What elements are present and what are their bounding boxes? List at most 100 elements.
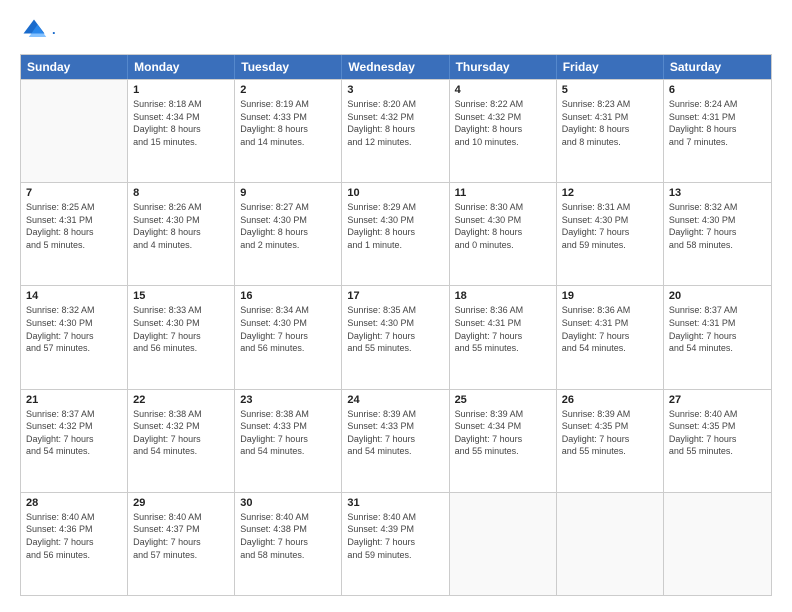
day-number: 11 — [455, 187, 551, 199]
calendar-cell: 10 Sunrise: 8:29 AM Sunset: 4:30 PM Dayli… — [342, 183, 449, 285]
day-number: 14 — [26, 290, 122, 302]
calendar-cell: 2 Sunrise: 8:19 AM Sunset: 4:33 PM Daylig… — [235, 80, 342, 182]
weekday-header-sunday: Sunday — [21, 55, 128, 79]
calendar-cell: 16 Sunrise: 8:34 AM Sunset: 4:30 PM Dayli… — [235, 286, 342, 388]
day-number: 24 — [347, 394, 443, 406]
day-info: Sunrise: 8:23 AM Sunset: 4:31 PM Dayligh… — [562, 98, 658, 148]
calendar-cell: 1Sunrise: 8:18 AM Sunset: 4:34 PM Daylig… — [128, 80, 235, 182]
day-number: 31 — [347, 497, 443, 509]
day-number: 19 — [562, 290, 658, 302]
calendar-cell — [21, 80, 128, 182]
day-info: Sunrise: 8:31 AM Sunset: 4:30 PM Dayligh… — [562, 201, 658, 251]
calendar-row-3: 21Sunrise: 8:37 AM Sunset: 4:32 PM Dayli… — [21, 389, 771, 492]
day-info: Sunrise: 8:32 AM Sunset: 4:30 PM Dayligh… — [26, 304, 122, 354]
weekday-header-friday: Friday — [557, 55, 664, 79]
calendar-cell: 29 Sunrise: 8:40 AM Sunset: 4:37 PM Dayli… — [128, 493, 235, 595]
weekday-header-wednesday: Wednesday — [342, 55, 449, 79]
calendar-row-2: 14 Sunrise: 8:32 AM Sunset: 4:30 PM Dayli… — [21, 285, 771, 388]
day-number: 23 — [240, 394, 336, 406]
logo-text: . — [52, 22, 56, 38]
day-info: Sunrise: 8:33 AM Sunset: 4:30 PM Dayligh… — [133, 304, 229, 354]
calendar-cell: 17 Sunrise: 8:35 AM Sunset: 4:30 PM Dayli… — [342, 286, 449, 388]
day-info: Sunrise: 8:39 AM Sunset: 4:33 PM Dayligh… — [347, 408, 443, 458]
day-info: Sunrise: 8:40 AM Sunset: 4:38 PM Dayligh… — [240, 511, 336, 561]
calendar-cell: 20Sunrise: 8:37 AM Sunset: 4:31 PM Dayli… — [664, 286, 771, 388]
calendar-cell: 25 Sunrise: 8:39 AM Sunset: 4:34 PM Dayli… — [450, 390, 557, 492]
weekday-header-monday: Monday — [128, 55, 235, 79]
calendar-cell — [664, 493, 771, 595]
weekday-header-thursday: Thursday — [450, 55, 557, 79]
calendar-cell: 24 Sunrise: 8:39 AM Sunset: 4:33 PM Dayli… — [342, 390, 449, 492]
calendar-cell: 21Sunrise: 8:37 AM Sunset: 4:32 PM Dayli… — [21, 390, 128, 492]
day-info: Sunrise: 8:40 AM Sunset: 4:37 PM Dayligh… — [133, 511, 229, 561]
day-number: 5 — [562, 84, 658, 96]
calendar-cell — [557, 493, 664, 595]
day-number: 16 — [240, 290, 336, 302]
day-info: Sunrise: 8:39 AM Sunset: 4:35 PM Dayligh… — [562, 408, 658, 458]
day-info: Sunrise: 8:39 AM Sunset: 4:34 PM Dayligh… — [455, 408, 551, 458]
day-info: Sunrise: 8:40 AM Sunset: 4:35 PM Dayligh… — [669, 408, 766, 458]
day-number: 1 — [133, 84, 229, 96]
day-info: Sunrise: 8:40 AM Sunset: 4:36 PM Dayligh… — [26, 511, 122, 561]
day-info: Sunrise: 8:26 AM Sunset: 4:30 PM Dayligh… — [133, 201, 229, 251]
calendar-row-4: 28 Sunrise: 8:40 AM Sunset: 4:36 PM Dayli… — [21, 492, 771, 595]
day-info: Sunrise: 8:29 AM Sunset: 4:30 PM Dayligh… — [347, 201, 443, 251]
day-info: Sunrise: 8:36 AM Sunset: 4:31 PM Dayligh… — [455, 304, 551, 354]
day-info: Sunrise: 8:22 AM Sunset: 4:32 PM Dayligh… — [455, 98, 551, 148]
day-info: Sunrise: 8:32 AM Sunset: 4:30 PM Dayligh… — [669, 201, 766, 251]
weekday-header-tuesday: Tuesday — [235, 55, 342, 79]
calendar-row-1: 7 Sunrise: 8:25 AM Sunset: 4:31 PM Daylig… — [21, 182, 771, 285]
day-number: 4 — [455, 84, 551, 96]
day-number: 18 — [455, 290, 551, 302]
day-number: 2 — [240, 84, 336, 96]
day-info: Sunrise: 8:35 AM Sunset: 4:30 PM Dayligh… — [347, 304, 443, 354]
calendar: SundayMondayTuesdayWednesdayThursdayFrid… — [20, 54, 772, 596]
logo: . — [20, 16, 56, 44]
day-number: 28 — [26, 497, 122, 509]
day-info: Sunrise: 8:40 AM Sunset: 4:39 PM Dayligh… — [347, 511, 443, 561]
day-number: 13 — [669, 187, 766, 199]
calendar-cell: 18 Sunrise: 8:36 AM Sunset: 4:31 PM Dayli… — [450, 286, 557, 388]
calendar-cell: 3Sunrise: 8:20 AM Sunset: 4:32 PM Daylig… — [342, 80, 449, 182]
calendar-cell: 8 Sunrise: 8:26 AM Sunset: 4:30 PM Daylig… — [128, 183, 235, 285]
day-info: Sunrise: 8:25 AM Sunset: 4:31 PM Dayligh… — [26, 201, 122, 251]
day-info: Sunrise: 8:38 AM Sunset: 4:32 PM Dayligh… — [133, 408, 229, 458]
day-number: 25 — [455, 394, 551, 406]
day-number: 15 — [133, 290, 229, 302]
calendar-body: 1Sunrise: 8:18 AM Sunset: 4:34 PM Daylig… — [21, 79, 771, 595]
weekday-header-saturday: Saturday — [664, 55, 771, 79]
day-info: Sunrise: 8:20 AM Sunset: 4:32 PM Dayligh… — [347, 98, 443, 148]
calendar-cell: 22Sunrise: 8:38 AM Sunset: 4:32 PM Dayli… — [128, 390, 235, 492]
page: . SundayMondayTuesdayWednesdayThursdayFr… — [0, 0, 792, 612]
calendar-cell: 31 Sunrise: 8:40 AM Sunset: 4:39 PM Dayli… — [342, 493, 449, 595]
calendar-cell: 27 Sunrise: 8:40 AM Sunset: 4:35 PM Dayli… — [664, 390, 771, 492]
day-number: 27 — [669, 394, 766, 406]
calendar-cell: 4 Sunrise: 8:22 AM Sunset: 4:32 PM Daylig… — [450, 80, 557, 182]
day-number: 17 — [347, 290, 443, 302]
day-number: 12 — [562, 187, 658, 199]
day-info: Sunrise: 8:19 AM Sunset: 4:33 PM Dayligh… — [240, 98, 336, 148]
day-number: 6 — [669, 84, 766, 96]
day-info: Sunrise: 8:24 AM Sunset: 4:31 PM Dayligh… — [669, 98, 766, 148]
header: . — [20, 16, 772, 44]
calendar-cell: 6 Sunrise: 8:24 AM Sunset: 4:31 PM Daylig… — [664, 80, 771, 182]
day-info: Sunrise: 8:37 AM Sunset: 4:32 PM Dayligh… — [26, 408, 122, 458]
logo-icon — [20, 16, 48, 44]
calendar-cell: 9 Sunrise: 8:27 AM Sunset: 4:30 PM Daylig… — [235, 183, 342, 285]
calendar-cell: 15 Sunrise: 8:33 AM Sunset: 4:30 PM Dayli… — [128, 286, 235, 388]
day-info: Sunrise: 8:36 AM Sunset: 4:31 PM Dayligh… — [562, 304, 658, 354]
day-number: 10 — [347, 187, 443, 199]
calendar-cell: 23Sunrise: 8:38 AM Sunset: 4:33 PM Dayli… — [235, 390, 342, 492]
day-number: 8 — [133, 187, 229, 199]
calendar-header: SundayMondayTuesdayWednesdayThursdayFrid… — [21, 55, 771, 79]
calendar-cell: 14 Sunrise: 8:32 AM Sunset: 4:30 PM Dayli… — [21, 286, 128, 388]
day-number: 9 — [240, 187, 336, 199]
day-number: 26 — [562, 394, 658, 406]
day-info: Sunrise: 8:27 AM Sunset: 4:30 PM Dayligh… — [240, 201, 336, 251]
calendar-cell — [450, 493, 557, 595]
calendar-cell: 5 Sunrise: 8:23 AM Sunset: 4:31 PM Daylig… — [557, 80, 664, 182]
day-number: 29 — [133, 497, 229, 509]
day-number: 30 — [240, 497, 336, 509]
day-info: Sunrise: 8:34 AM Sunset: 4:30 PM Dayligh… — [240, 304, 336, 354]
day-number: 7 — [26, 187, 122, 199]
